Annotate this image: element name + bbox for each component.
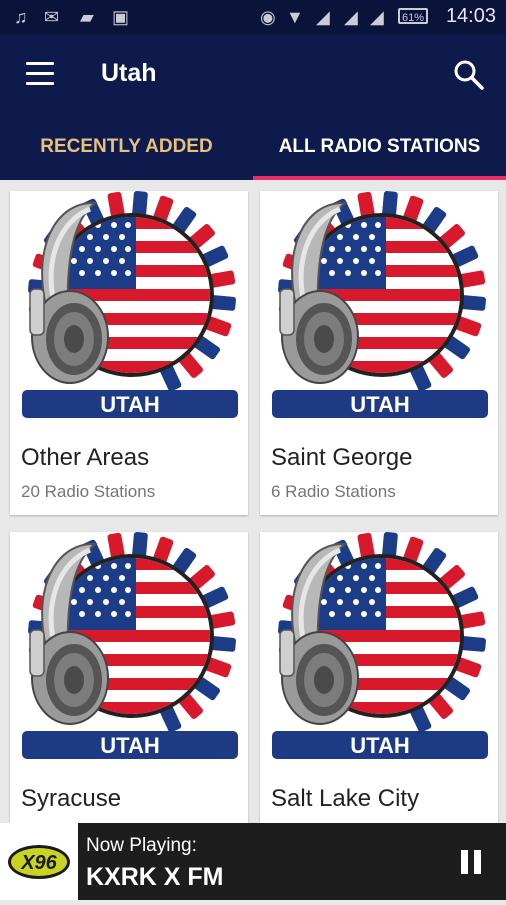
tab-indicator <box>253 176 506 180</box>
logo-label: UTAH <box>100 392 159 417</box>
hamburger-menu-icon[interactable] <box>26 62 56 86</box>
logo-label: UTAH <box>350 392 409 417</box>
battery-icon: 61% <box>398 8 428 24</box>
tab-all-radio-stations[interactable]: ALL RADIO STATIONS <box>253 118 506 176</box>
utah-radio-logo: UTAH <box>272 532 498 759</box>
app-bar: Utah RECENTLY ADDED ALL RADIO STATIONS <box>0 34 506 180</box>
image-notification-icon: ▣ <box>112 7 130 27</box>
card-title: Other Areas <box>21 444 150 471</box>
music-notification-icon: ♫ <box>14 7 28 27</box>
station-logo-thumbnail: X96 <box>0 823 78 900</box>
pause-icon[interactable] <box>461 850 483 874</box>
search-icon[interactable] <box>452 58 486 92</box>
logo-label: UTAH <box>100 733 159 758</box>
station-name: KXRK X FM <box>86 863 224 891</box>
cleaner-notification-icon: ▰ <box>80 7 94 27</box>
card-title: Saint George <box>271 444 413 471</box>
page-title: Utah <box>101 59 157 87</box>
card-title: Salt Lake City <box>271 785 420 812</box>
signal-x-icon: ◢ <box>344 7 358 27</box>
card-station-count: 6 Radio Stations <box>271 482 396 501</box>
utah-radio-logo: UTAH <box>22 191 248 418</box>
signal-1-icon: ◢ <box>316 7 330 27</box>
station-card-syracuse[interactable]: UTAH Syracuse <box>10 532 248 832</box>
station-card-other-areas[interactable]: UTAH Other Areas 20 Radio Stations <box>10 191 248 515</box>
station-card-salt-lake-city[interactable]: UTAH Salt Lake City <box>260 532 498 832</box>
card-station-count: 20 Radio Stations <box>21 482 156 501</box>
utah-radio-logo: UTAH <box>272 191 498 418</box>
card-title: Syracuse <box>21 785 122 812</box>
now-playing-label: Now Playing: <box>86 835 197 856</box>
station-card-saint-george[interactable]: UTAH Saint George 6 Radio Stations <box>260 191 498 515</box>
status-bar: ♫ ✉ ▰ ▣ ◉ ▼ ◢ ◢ ◢ 61% 14:03 <box>0 0 506 34</box>
tab-recently-added[interactable]: RECENTLY ADDED <box>0 118 253 176</box>
utah-radio-logo: UTAH <box>22 532 248 759</box>
wifi-icon: ▼ <box>286 7 304 27</box>
signal-2-icon: ◢ <box>370 7 384 27</box>
thumb-text: X96 <box>20 852 57 874</box>
data-saver-icon: ◉ <box>260 7 276 27</box>
logo-label: UTAH <box>350 733 409 758</box>
now-playing-bar[interactable]: X96 Now Playing: KXRK X FM <box>0 823 506 900</box>
email-notification-icon: ✉ <box>44 7 60 27</box>
clock: 14:03 <box>445 5 496 27</box>
